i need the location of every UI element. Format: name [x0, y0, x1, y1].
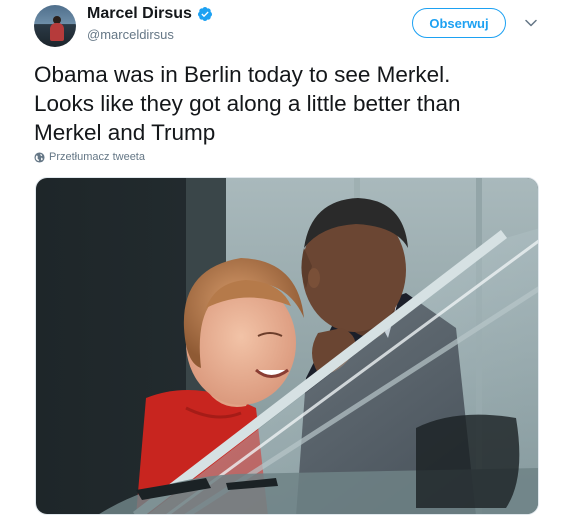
translate-tweet-link[interactable]: Przetłumacz tweeta [34, 151, 145, 163]
tweet-photo[interactable] [35, 177, 539, 515]
globe-icon [34, 151, 45, 163]
tweet: Marcel Dirsus @marceldirsus Obserwuj Oba… [0, 0, 573, 525]
avatar[interactable] [34, 5, 76, 47]
verified-badge-icon [197, 6, 213, 22]
tweet-text: Obama was in Berlin today to see Merkel.… [34, 62, 461, 145]
author-handle[interactable]: @marceldirsus [87, 27, 174, 43]
author-name-row[interactable]: Marcel Dirsus [87, 5, 213, 23]
chevron-down-icon[interactable] [522, 16, 540, 30]
avatar-figure-body [50, 23, 64, 41]
author-display-name[interactable]: Marcel Dirsus [87, 5, 192, 23]
follow-button[interactable]: Obserwuj [412, 8, 506, 38]
photo-merkel-obama [36, 178, 538, 514]
translate-label: Przetłumacz tweeta [49, 151, 145, 163]
